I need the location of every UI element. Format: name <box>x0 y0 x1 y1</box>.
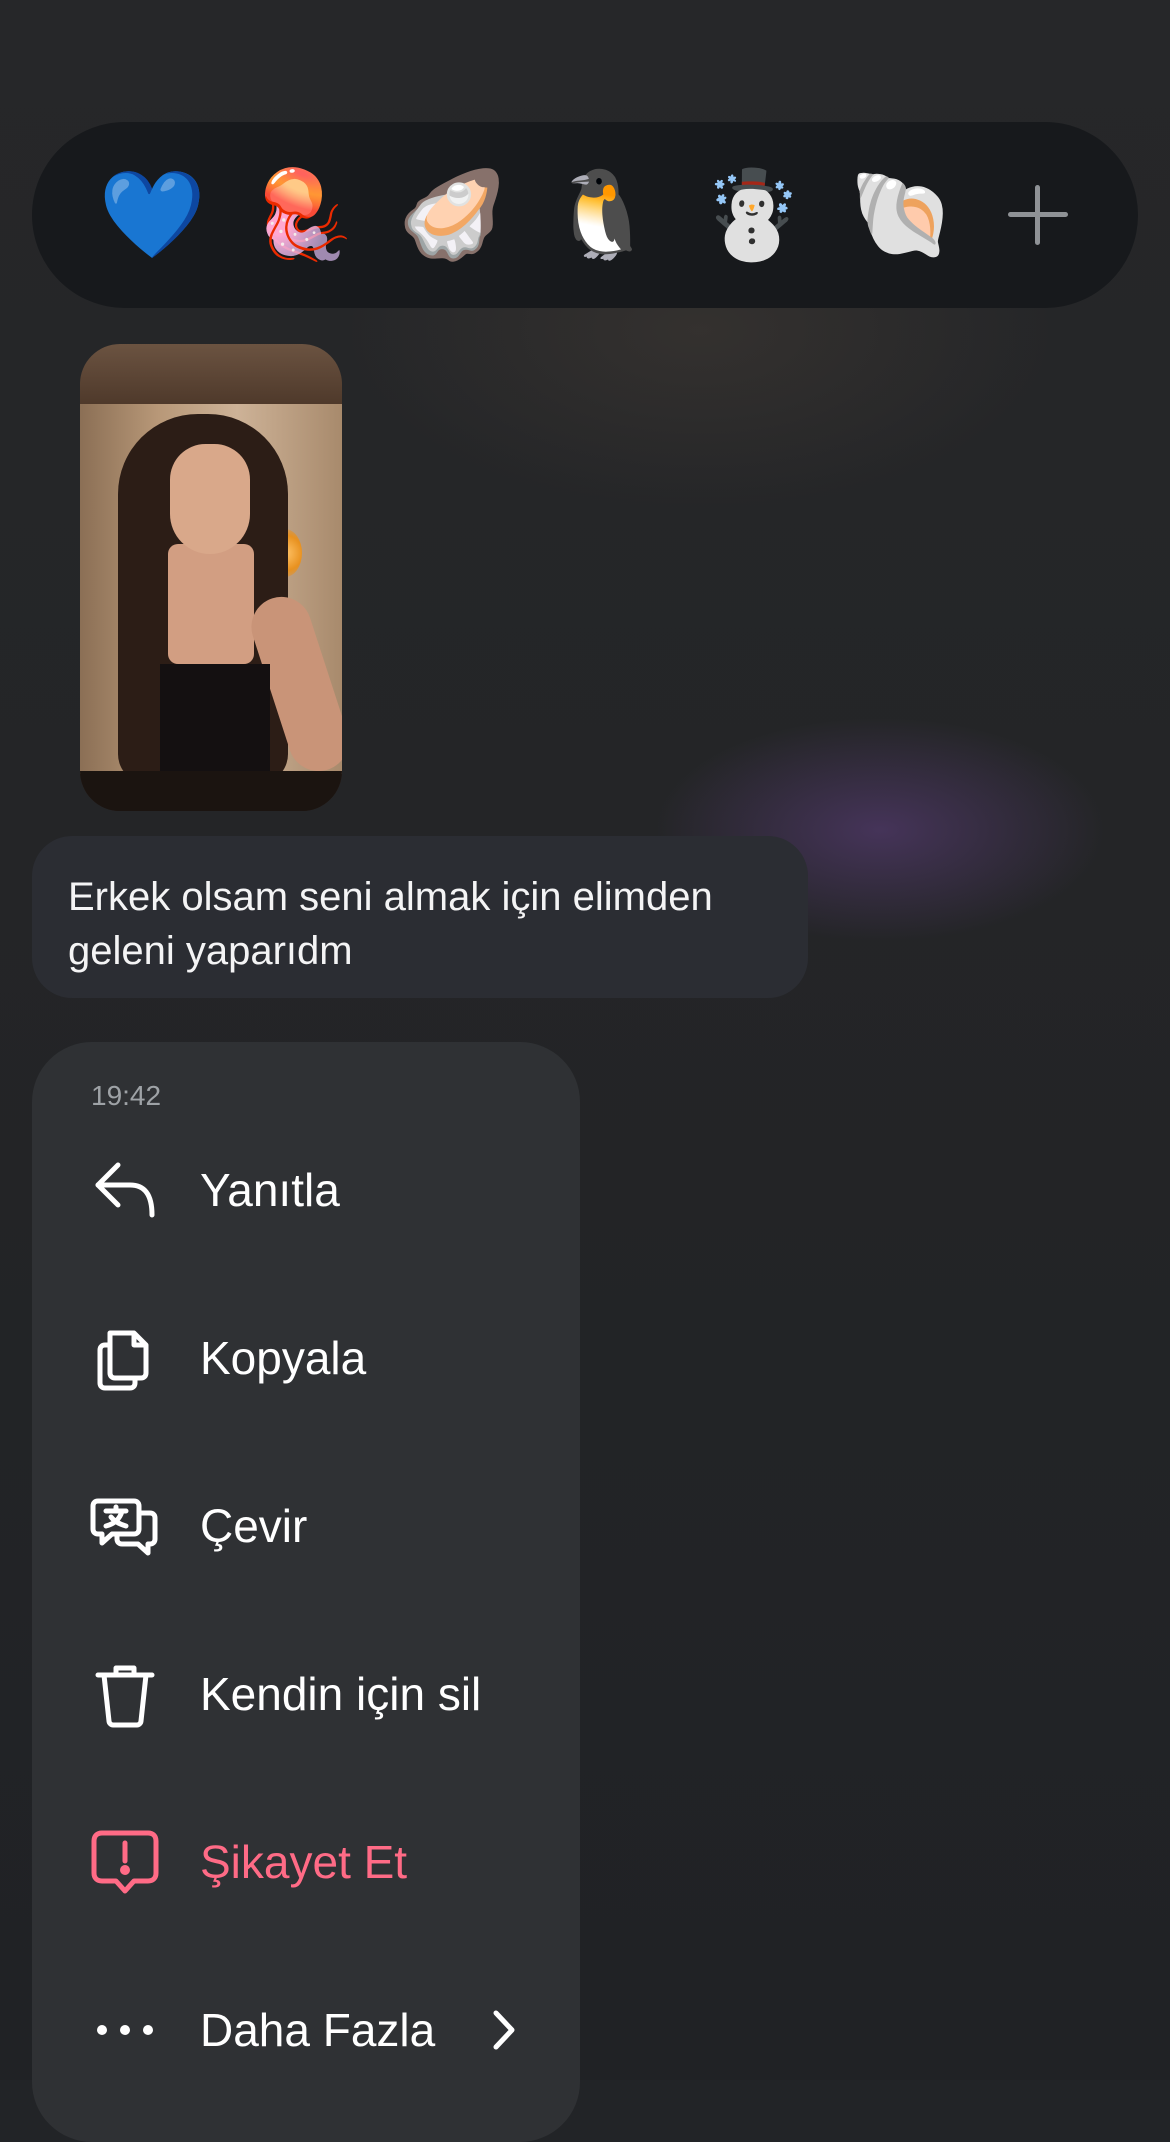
menu-item-translate[interactable]: Çevir <box>32 1466 580 1586</box>
menu-item-delete-for-me[interactable]: Kendin için sil <box>32 1634 580 1754</box>
message-timestamp: 19:42 <box>91 1080 162 1111</box>
translate-icon <box>90 1498 158 1556</box>
thumbnail-person-face <box>170 444 250 554</box>
chevron-right-icon <box>493 2010 515 2050</box>
reaction-jellyfish[interactable]: 🪼 <box>248 165 355 265</box>
reaction-spiral-shell[interactable]: 🐚 <box>848 165 955 265</box>
thumbnail-person-neck <box>168 544 254 664</box>
message-text: Erkek olsam seni almak için elimden gele… <box>68 875 713 973</box>
menu-item-label: Çevir <box>200 1500 308 1552</box>
plus-icon[interactable] <box>1002 179 1074 251</box>
more-icon <box>97 2025 153 2035</box>
reaction-bar: 💙 🪼 🦪 🐧 ☃️ 🐚 <box>32 122 1138 308</box>
reaction-penguin[interactable]: 🐧 <box>548 165 655 265</box>
menu-item-reply[interactable]: Yanıtla <box>32 1130 580 1250</box>
menu-item-more[interactable]: Daha Fazla <box>32 1970 580 2090</box>
menu-item-label: Yanıtla <box>200 1164 340 1216</box>
report-icon <box>91 1830 159 1894</box>
video-message-thumbnail[interactable] <box>80 344 342 811</box>
reaction-oyster[interactable]: 🦪 <box>398 165 505 265</box>
menu-item-label: Şikayet Et <box>200 1836 408 1888</box>
thumbnail-bottom-bar <box>80 771 342 811</box>
context-menu: 19:42 Yanıtla Kopyala Çevir Kendin için … <box>32 1042 580 2142</box>
copy-icon <box>97 1330 149 1391</box>
menu-item-report[interactable]: Şikayet Et <box>32 1802 580 1922</box>
thumbnail-person-top <box>160 664 270 784</box>
menu-item-label: Kopyala <box>200 1332 367 1384</box>
menu-item-label: Kendin için sil <box>200 1668 482 1720</box>
menu-item-label: Daha Fazla <box>200 2004 436 2056</box>
menu-item-copy[interactable]: Kopyala <box>32 1298 580 1418</box>
reply-icon <box>95 1162 155 1218</box>
reaction-blue-heart[interactable]: 💙 <box>98 165 205 265</box>
message-bubble[interactable]: Erkek olsam seni almak için elimden gele… <box>32 836 808 998</box>
reaction-snowman[interactable]: ☃️ <box>698 165 805 265</box>
trash-icon <box>95 1665 155 1728</box>
